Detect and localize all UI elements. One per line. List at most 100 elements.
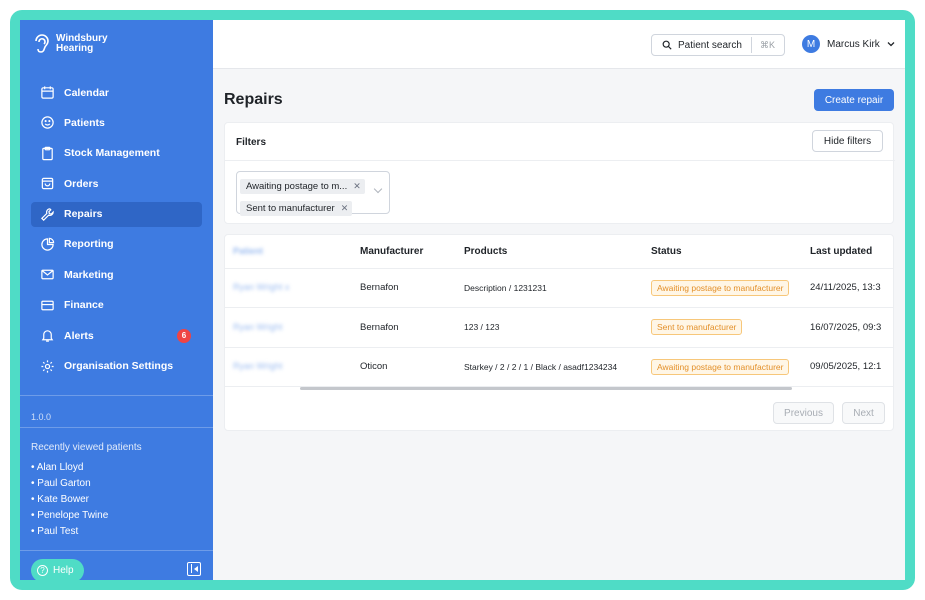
sidebar-divider <box>20 395 213 396</box>
app-frame: Windsbury Hearing Calendar Patients Stoc… <box>10 10 915 590</box>
patient-cell[interactable]: Ryan Wright <box>225 347 360 387</box>
filter-chip-label: Awaiting postage to m... <box>246 181 348 192</box>
sidebar-divider <box>20 427 213 428</box>
previous-page-button[interactable]: Previous <box>773 402 834 424</box>
recent-patients-title: Recently viewed patients <box>31 442 142 453</box>
status-cell: Sent to manufacturer <box>651 307 810 348</box>
horizontal-scrollbar[interactable] <box>300 387 792 390</box>
patient-search-button[interactable]: Patient search ⌘K <box>651 34 785 56</box>
top-bar: Patient search ⌘K M Marcus Kirk <box>213 20 905 69</box>
collapse-sidebar-icon[interactable] <box>187 562 201 576</box>
chevron-down-icon <box>887 42 895 47</box>
brand-logo[interactable]: Windsbury Hearing <box>32 32 108 56</box>
pie-chart-icon <box>40 237 55 252</box>
sidebar-nav: Calendar Patients Stock Management Order… <box>20 80 213 384</box>
filters-divider <box>225 160 895 161</box>
sidebar-item-calendar[interactable]: Calendar <box>31 80 202 105</box>
search-icon <box>662 40 672 50</box>
sidebar-item-patients[interactable]: Patients <box>31 110 202 135</box>
sidebar-divider <box>20 550 213 551</box>
sidebar-item-repairs[interactable]: Repairs <box>31 201 202 227</box>
filters-panel: Filters Hide filters Awaiting postage to… <box>224 122 895 224</box>
credit-card-icon <box>40 298 55 313</box>
filter-chip: Awaiting postage to m... ✕ <box>240 179 365 194</box>
last-updated-cell: 16/07/2025, 09:3 <box>810 307 893 348</box>
recent-patient-link[interactable]: • Kate Bower <box>31 494 108 510</box>
remove-chip-icon[interactable]: ✕ <box>353 181 361 192</box>
hide-filters-button[interactable]: Hide filters <box>812 130 883 152</box>
recent-patients-list: • Alan Lloyd • Paul Garton • Kate Bower … <box>31 462 108 542</box>
column-header-patient[interactable]: Patient <box>225 235 360 269</box>
question-icon: ? <box>37 565 48 576</box>
manufacturer-cell: Oticon <box>360 347 464 387</box>
recent-patient-link[interactable]: • Paul Garton <box>31 478 108 494</box>
patient-search-label: Patient search <box>678 39 742 51</box>
sidebar-item-reporting[interactable]: Reporting <box>31 232 202 257</box>
status-badge: Awaiting postage to manufacturer <box>651 279 790 296</box>
user-name: Marcus Kirk <box>827 38 880 50</box>
sidebar-item-marketing[interactable]: Marketing <box>31 262 202 287</box>
brand-name: Windsbury Hearing <box>56 33 108 54</box>
page-title: Repairs <box>224 91 283 108</box>
sidebar-item-label: Marketing <box>64 268 114 281</box>
user-menu[interactable]: M Marcus Kirk <box>802 35 895 53</box>
alerts-count-badge: 6 <box>177 328 191 343</box>
status-cell: Awaiting postage to manufacturer <box>651 347 810 387</box>
sidebar-item-finance[interactable]: Finance <box>31 293 202 318</box>
recent-patient-link[interactable]: • Alan Lloyd <box>31 462 108 478</box>
search-shortcut: ⌘K <box>750 37 784 53</box>
recent-patient-link[interactable]: • Paul Test <box>31 526 108 542</box>
sidebar: Windsbury Hearing Calendar Patients Stoc… <box>20 20 213 580</box>
smiley-icon <box>40 115 55 130</box>
mail-icon <box>40 267 55 282</box>
sidebar-item-label: Patients <box>64 116 105 129</box>
clipboard-icon <box>40 146 55 161</box>
patient-cell[interactable]: Ryan Wright <box>225 307 360 348</box>
manufacturer-cell: Bernafon <box>360 307 464 348</box>
gear-icon <box>40 359 55 374</box>
recent-patient-link[interactable]: • Penelope Twine <box>31 510 108 526</box>
ear-logo-icon <box>35 34 49 53</box>
remove-chip-icon[interactable]: ✕ <box>341 203 349 214</box>
patient-cell[interactable]: Ryan Wright x <box>225 268 360 308</box>
table-row[interactable]: Ryan Wright Oticon Starkey / 2 / 2 / 1 /… <box>225 347 893 387</box>
repairs-table: Patient Manufacturer Products Status Las… <box>225 235 893 387</box>
filter-chip: Sent to manufacturer ✕ <box>240 201 353 216</box>
column-header-last-updated[interactable]: Last updated <box>810 235 893 269</box>
status-badge: Sent to manufacturer <box>651 319 743 336</box>
chevron-down-icon[interactable] <box>373 184 383 194</box>
help-button[interactable]: ? Help <box>31 559 84 580</box>
filter-chip-label: Sent to manufacturer <box>246 203 335 214</box>
avatar: M <box>802 35 820 53</box>
products-cell: 123 / 123 <box>464 307 651 348</box>
column-header-products[interactable]: Products <box>464 235 651 269</box>
sidebar-item-stock-management[interactable]: Stock Management <box>31 141 202 166</box>
manufacturer-cell: Bernafon <box>360 268 464 308</box>
bell-icon <box>40 328 55 343</box>
create-repair-button[interactable]: Create repair <box>814 89 894 111</box>
column-header-status[interactable]: Status <box>651 235 810 269</box>
last-updated-cell: 24/11/2025, 13:3 <box>810 268 893 308</box>
sidebar-item-label: Finance <box>64 299 104 312</box>
sidebar-item-label: Calendar <box>64 86 109 99</box>
table-row[interactable]: Ryan Wright x Bernafon Description / 123… <box>225 268 893 308</box>
wrench-icon <box>40 207 55 222</box>
products-cell: Starkey / 2 / 2 / 1 / Black / asadf12342… <box>464 347 651 387</box>
sidebar-item-label: Alerts <box>64 329 94 342</box>
sidebar-item-label: Stock Management <box>64 147 160 160</box>
sidebar-item-label: Orders <box>64 177 99 190</box>
sidebar-item-label: Repairs <box>64 208 103 221</box>
status-cell: Awaiting postage to manufacturer <box>651 268 810 308</box>
app-window: Windsbury Hearing Calendar Patients Stoc… <box>20 20 905 580</box>
sidebar-item-organisation-settings[interactable]: Organisation Settings <box>31 354 202 379</box>
sidebar-item-label: Reporting <box>64 238 114 251</box>
column-header-manufacturer[interactable]: Manufacturer <box>360 235 464 269</box>
status-filter-select[interactable]: Awaiting postage to m... ✕ Sent to manuf… <box>236 171 390 216</box>
main-content: Patient search ⌘K M Marcus Kirk Repairs … <box>213 20 905 580</box>
last-updated-cell: 09/05/2025, 12:1 <box>810 347 893 387</box>
sidebar-item-orders[interactable]: Orders <box>31 171 202 196</box>
table-row[interactable]: Ryan Wright Bernafon 123 / 123 Sent to m… <box>225 307 893 348</box>
sidebar-item-alerts[interactable]: Alerts 6 <box>31 323 202 348</box>
bag-icon <box>40 176 55 191</box>
next-page-button[interactable]: Next <box>842 402 885 424</box>
